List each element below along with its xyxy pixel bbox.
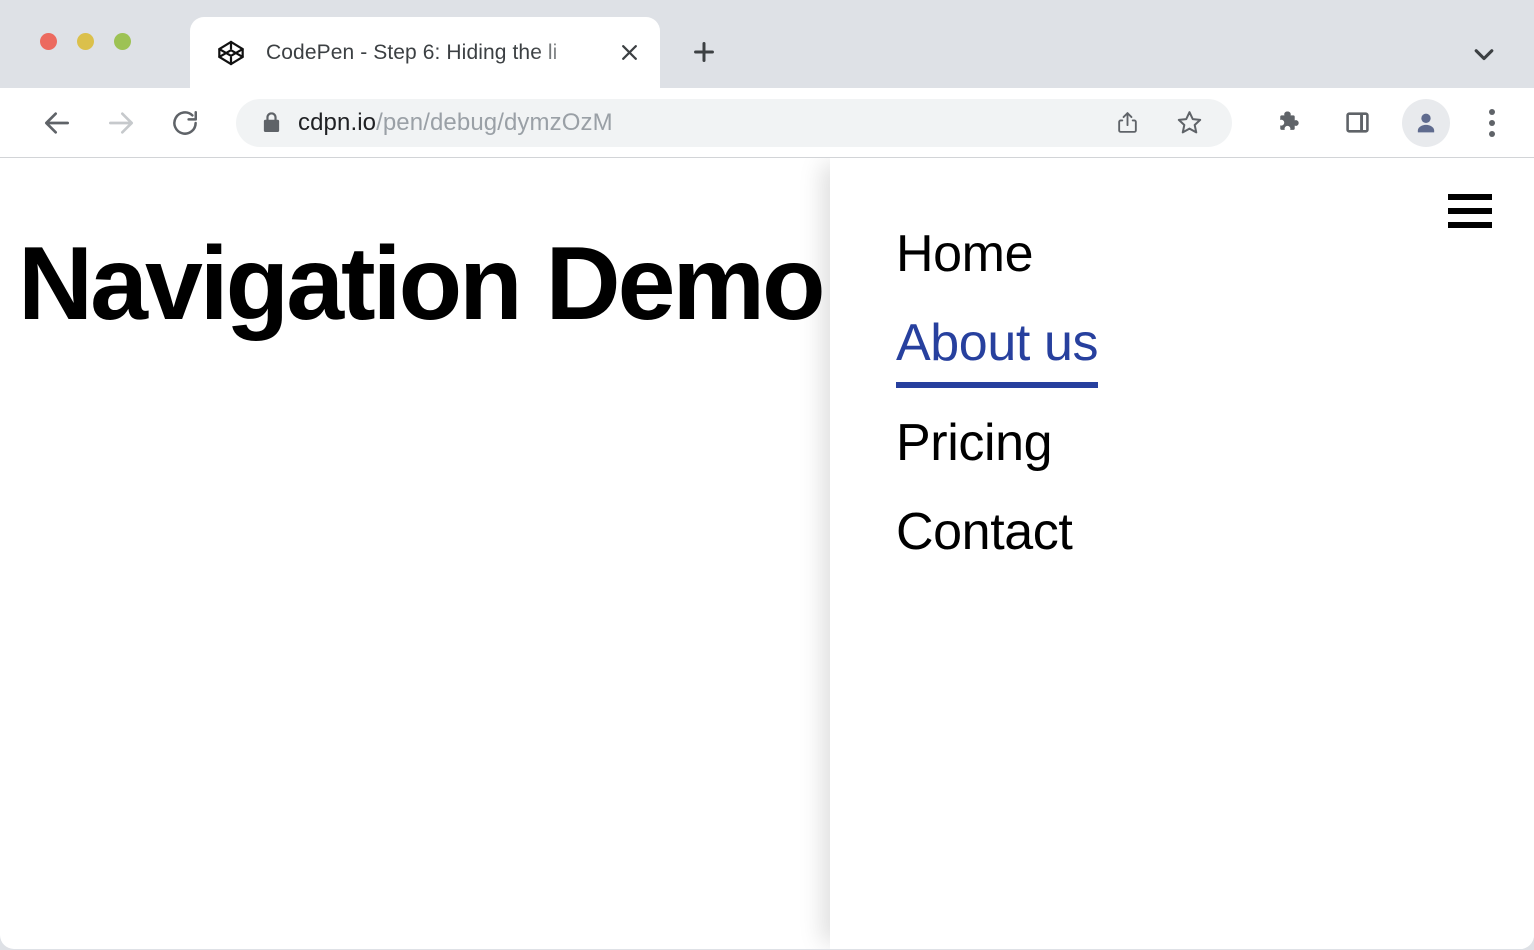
new-tab-button[interactable] — [676, 24, 732, 80]
page-viewport: Navigation Demo Home About us Pricing Co… — [0, 158, 1534, 949]
toolbar-right-actions — [1266, 99, 1512, 147]
codepen-logo-icon — [216, 38, 246, 68]
reload-button[interactable] — [158, 96, 212, 150]
lock-icon — [258, 110, 284, 136]
tab-strip: CodePen - Step 6: Hiding the li — [0, 0, 1534, 88]
url-text: cdpn.io/pen/debug/dymzOzM — [298, 109, 613, 137]
url-path: /pen/debug/dymzOzM — [376, 109, 613, 136]
hamburger-bar — [1448, 222, 1492, 228]
omnibox-actions — [1104, 100, 1218, 146]
list-item: Home — [896, 222, 1098, 288]
browser-window: CodePen - Step 6: Hiding the li — [0, 0, 1534, 950]
browser-tab[interactable]: CodePen - Step 6: Hiding the li — [190, 17, 660, 88]
share-icon[interactable] — [1104, 100, 1150, 146]
nav-link-about-us[interactable]: About us — [896, 311, 1098, 389]
menu-dot — [1489, 120, 1495, 126]
navigation-drawer: Home About us Pricing Contact — [830, 158, 1534, 949]
menu-dot — [1489, 131, 1495, 137]
menu-dot — [1489, 109, 1495, 115]
tab-list-chevron-down-icon[interactable] — [1462, 32, 1506, 76]
side-panel-icon[interactable] — [1334, 100, 1380, 146]
window-zoom-button[interactable] — [114, 33, 131, 50]
browser-menu-three-dots-icon[interactable] — [1472, 99, 1512, 147]
bookmark-star-icon[interactable] — [1166, 100, 1212, 146]
nav-link-pricing[interactable]: Pricing — [896, 411, 1052, 477]
list-item: About us — [896, 311, 1098, 389]
tabs-area: CodePen - Step 6: Hiding the li — [190, 17, 732, 88]
forward-button — [94, 96, 148, 150]
nav-link-home[interactable]: Home — [896, 222, 1033, 288]
page-title: Navigation Demo — [18, 228, 822, 340]
hamburger-bar — [1448, 208, 1492, 214]
window-close-button[interactable] — [40, 33, 57, 50]
list-item: Contact — [896, 500, 1098, 566]
tab-close-button[interactable] — [612, 36, 646, 70]
window-minimize-button[interactable] — [77, 33, 94, 50]
list-item: Pricing — [896, 411, 1098, 477]
hamburger-menu-icon[interactable] — [1448, 194, 1492, 228]
url-host: cdpn.io — [298, 109, 376, 136]
hamburger-bar — [1448, 194, 1492, 200]
back-button[interactable] — [30, 96, 84, 150]
tab-title: CodePen - Step 6: Hiding the li — [266, 41, 592, 65]
browser-toolbar: cdpn.io/pen/debug/dymzOzM — [0, 88, 1534, 158]
profile-avatar[interactable] — [1402, 99, 1450, 147]
address-bar[interactable]: cdpn.io/pen/debug/dymzOzM — [236, 99, 1232, 147]
nav-list: Home About us Pricing Contact — [896, 222, 1098, 565]
window-traffic-lights — [40, 33, 131, 50]
nav-link-contact[interactable]: Contact — [896, 500, 1072, 566]
extensions-puzzle-piece-icon[interactable] — [1266, 100, 1312, 146]
